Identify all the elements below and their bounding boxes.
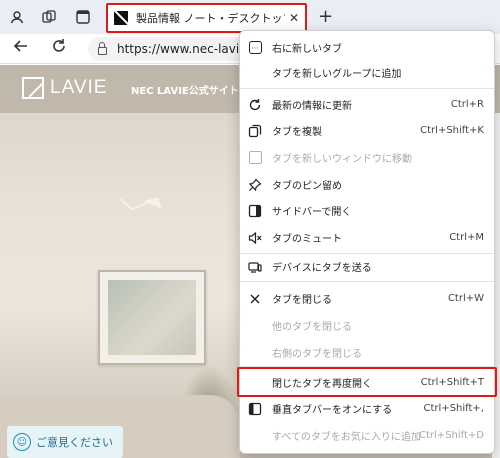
menu-item-duplicate[interactable]: タブを複製 Ctrl+Shift+K: [240, 117, 494, 144]
menu-item-send-to-device[interactable]: デバイスにタブを送る: [240, 253, 494, 280]
sidebar-icon: [247, 203, 263, 219]
refresh-icon: [247, 97, 263, 113]
vertical-tabs-icon: [247, 401, 263, 417]
feedback-button[interactable]: ☺ ご意見ください: [7, 426, 123, 458]
refresh-button[interactable]: [50, 37, 68, 59]
menu-item-shortcut: Ctrl+R: [450, 99, 484, 110]
menu-item-label: 最新の情報に更新: [272, 101, 352, 112]
tab-context-menu: ⋯ 右に新しいタブ タブを新しいグループに追加 最新の情報に更新 Ctrl+R …: [237, 30, 497, 454]
menu-item-label: 垂直タブバーをオンにする: [272, 405, 393, 416]
feedback-label: ご意見ください: [36, 436, 113, 449]
site-title[interactable]: NEC LAVIE公式サイト: [131, 82, 239, 97]
menu-item-open-in-sidebar[interactable]: サイドバーで開く: [240, 197, 494, 224]
framed-picture-image: [98, 270, 206, 365]
menu-item-close-tab[interactable]: タブを閉じる Ctrl+W: [240, 285, 494, 312]
duplicate-icon: [247, 123, 263, 139]
close-icon: [247, 291, 263, 307]
mute-icon: [247, 230, 263, 246]
menu-item-add-to-group[interactable]: タブを新しいグループに追加: [240, 59, 494, 86]
new-tab-button[interactable]: +: [318, 6, 333, 27]
menu-item-label: タブを複製: [272, 127, 322, 138]
menu-item-close-tabs-right[interactable]: 右側のタブを閉じる: [240, 339, 494, 366]
menu-item-shortcut: Ctrl+Shift+D: [419, 430, 484, 441]
menu-item-label: タブを新しいウィンドウに移動: [272, 154, 412, 165]
menu-item-label: タブを新しいグループに追加: [272, 69, 402, 80]
menu-item-label: 右側のタブを閉じる: [272, 349, 362, 360]
menu-item-label: タブを閉じる: [272, 295, 332, 306]
site-favicon-icon: [114, 11, 128, 25]
wall-lamp-image: [119, 197, 162, 211]
menu-separator: [240, 281, 494, 282]
workspaces-icon[interactable]: [40, 8, 58, 26]
url-text: https://www.nec-lavie.: [117, 42, 251, 56]
menu-item-label: タブのミュート: [272, 234, 342, 245]
menu-item-refresh[interactable]: 最新の情報に更新 Ctrl+R: [240, 91, 494, 118]
menu-item-new-tab-right[interactable]: ⋯ 右に新しいタブ: [240, 34, 494, 61]
smile-icon: ☺: [13, 433, 31, 451]
menu-item-favorite-all-tabs[interactable]: すべてのタブをお気に入りに追加 Ctrl+Shift+D: [240, 422, 494, 449]
menu-item-shortcut: Ctrl+M: [449, 232, 484, 243]
menu-item-label: 右に新しいタブ: [272, 44, 342, 55]
menu-item-shortcut: Ctrl+Shift+K: [420, 125, 484, 136]
menu-separator: [240, 88, 494, 89]
lock-icon[interactable]: [98, 41, 107, 55]
menu-item-label: 他のタブを閉じる: [272, 322, 352, 333]
active-tab[interactable]: 製品情報 ノート・デスクトップパソコン ✕: [106, 3, 307, 33]
lavie-mark-icon: [22, 77, 44, 99]
logo-text: LAVIE: [50, 77, 108, 98]
menu-item-shortcut: Ctrl+Shift+,: [423, 403, 484, 414]
menu-item-vertical-tabs[interactable]: 垂直タブバーをオンにする Ctrl+Shift+,: [240, 395, 494, 422]
tab-close-icon[interactable]: ✕: [289, 11, 299, 25]
menu-item-label: すべてのタブをお気に入りに追加: [272, 432, 421, 443]
lavie-logo[interactable]: LAVIE: [22, 77, 107, 99]
menu-item-pin[interactable]: タブのピン留め: [240, 171, 494, 198]
pin-icon: [247, 177, 263, 193]
send-device-icon: [247, 259, 263, 275]
new-tab-right-icon: ⋯: [247, 40, 263, 56]
back-button[interactable]: [12, 37, 30, 59]
profile-icon[interactable]: [8, 8, 26, 26]
menu-item-label: デバイスにタブを送る: [272, 263, 372, 274]
menu-item-label: サイドバーで開く: [272, 207, 352, 218]
highlight-box: [237, 367, 497, 397]
tab-title: 製品情報 ノート・デスクトップパソコン: [136, 12, 285, 25]
menu-item-close-other-tabs[interactable]: 他のタブを閉じる: [240, 312, 494, 339]
menu-item-mute[interactable]: タブのミュート Ctrl+M: [240, 224, 494, 251]
tab-actions-icon[interactable]: [74, 8, 92, 26]
menu-item-move-to-new-window[interactable]: タブを新しいウィンドウに移動: [240, 144, 494, 171]
title-bar: 製品情報 ノート・デスクトップパソコン ✕ +: [0, 0, 500, 34]
menu-item-shortcut: Ctrl+W: [447, 293, 484, 304]
move-window-icon: [247, 150, 263, 166]
menu-item-label: タブのピン留め: [272, 181, 342, 192]
